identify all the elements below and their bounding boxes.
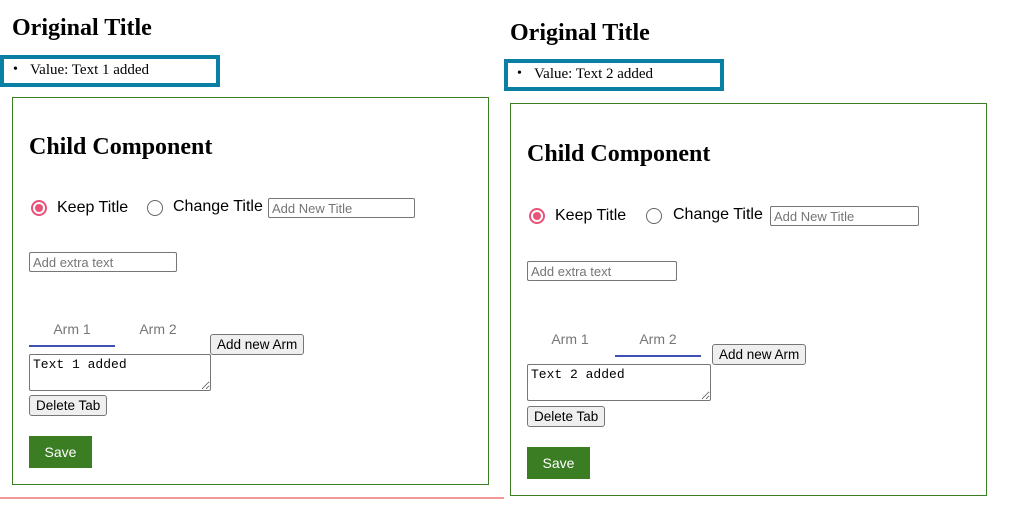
add-arm-button[interactable]: Add new Arm	[210, 334, 305, 355]
value-box: • Value: Text 1 added	[0, 55, 220, 87]
value-text: Value: Text 1 added	[30, 62, 150, 78]
keep-title-label[interactable]: Keep Title	[555, 207, 626, 225]
change-title-label[interactable]: Change Title	[173, 198, 263, 216]
keep-title-label[interactable]: Keep Title	[57, 199, 128, 217]
tab-arm-2[interactable]: Arm 2	[115, 321, 201, 345]
child-component: Child Component Keep Title Change Title …	[12, 97, 489, 485]
tab-arm-1[interactable]: Arm 1	[527, 331, 613, 355]
extra-text-input[interactable]	[527, 261, 677, 281]
change-title-label[interactable]: Change Title	[673, 206, 763, 224]
child-component: Child Component Keep Title Change Title …	[510, 103, 987, 496]
new-title-input[interactable]	[268, 198, 415, 218]
tab-arm-1[interactable]: Arm 1	[29, 321, 115, 347]
tab-arm-2[interactable]: Arm 2	[615, 331, 701, 357]
save-button[interactable]: Save	[29, 436, 92, 468]
arm-textarea[interactable]	[29, 354, 211, 391]
bullet-icon: •	[517, 66, 522, 81]
change-title-radio[interactable]	[147, 200, 163, 216]
keep-title-radio[interactable]	[31, 200, 47, 216]
divider	[0, 497, 504, 499]
value-text: Value: Text 2 added	[534, 66, 654, 82]
page-title: Original Title	[12, 15, 152, 41]
delete-tab-button[interactable]: Delete Tab	[527, 406, 606, 427]
new-title-input[interactable]	[770, 206, 919, 226]
child-heading: Child Component	[29, 134, 213, 160]
bullet-icon: •	[13, 62, 18, 77]
value-box: • Value: Text 2 added	[504, 59, 724, 91]
keep-title-radio[interactable]	[529, 208, 545, 224]
delete-tab-button[interactable]: Delete Tab	[29, 395, 108, 416]
parent-panel-1: Original Title • Value: Text 1 added Chi…	[0, 0, 504, 505]
save-button[interactable]: Save	[527, 447, 590, 479]
extra-text-input[interactable]	[29, 252, 177, 272]
parent-panel-2: Original Title • Value: Text 2 added Chi…	[498, 0, 998, 505]
arm-textarea[interactable]	[527, 364, 711, 401]
page-title: Original Title	[510, 20, 650, 46]
child-heading: Child Component	[527, 141, 711, 167]
add-arm-button[interactable]: Add new Arm	[712, 344, 807, 365]
change-title-radio[interactable]	[646, 208, 662, 224]
